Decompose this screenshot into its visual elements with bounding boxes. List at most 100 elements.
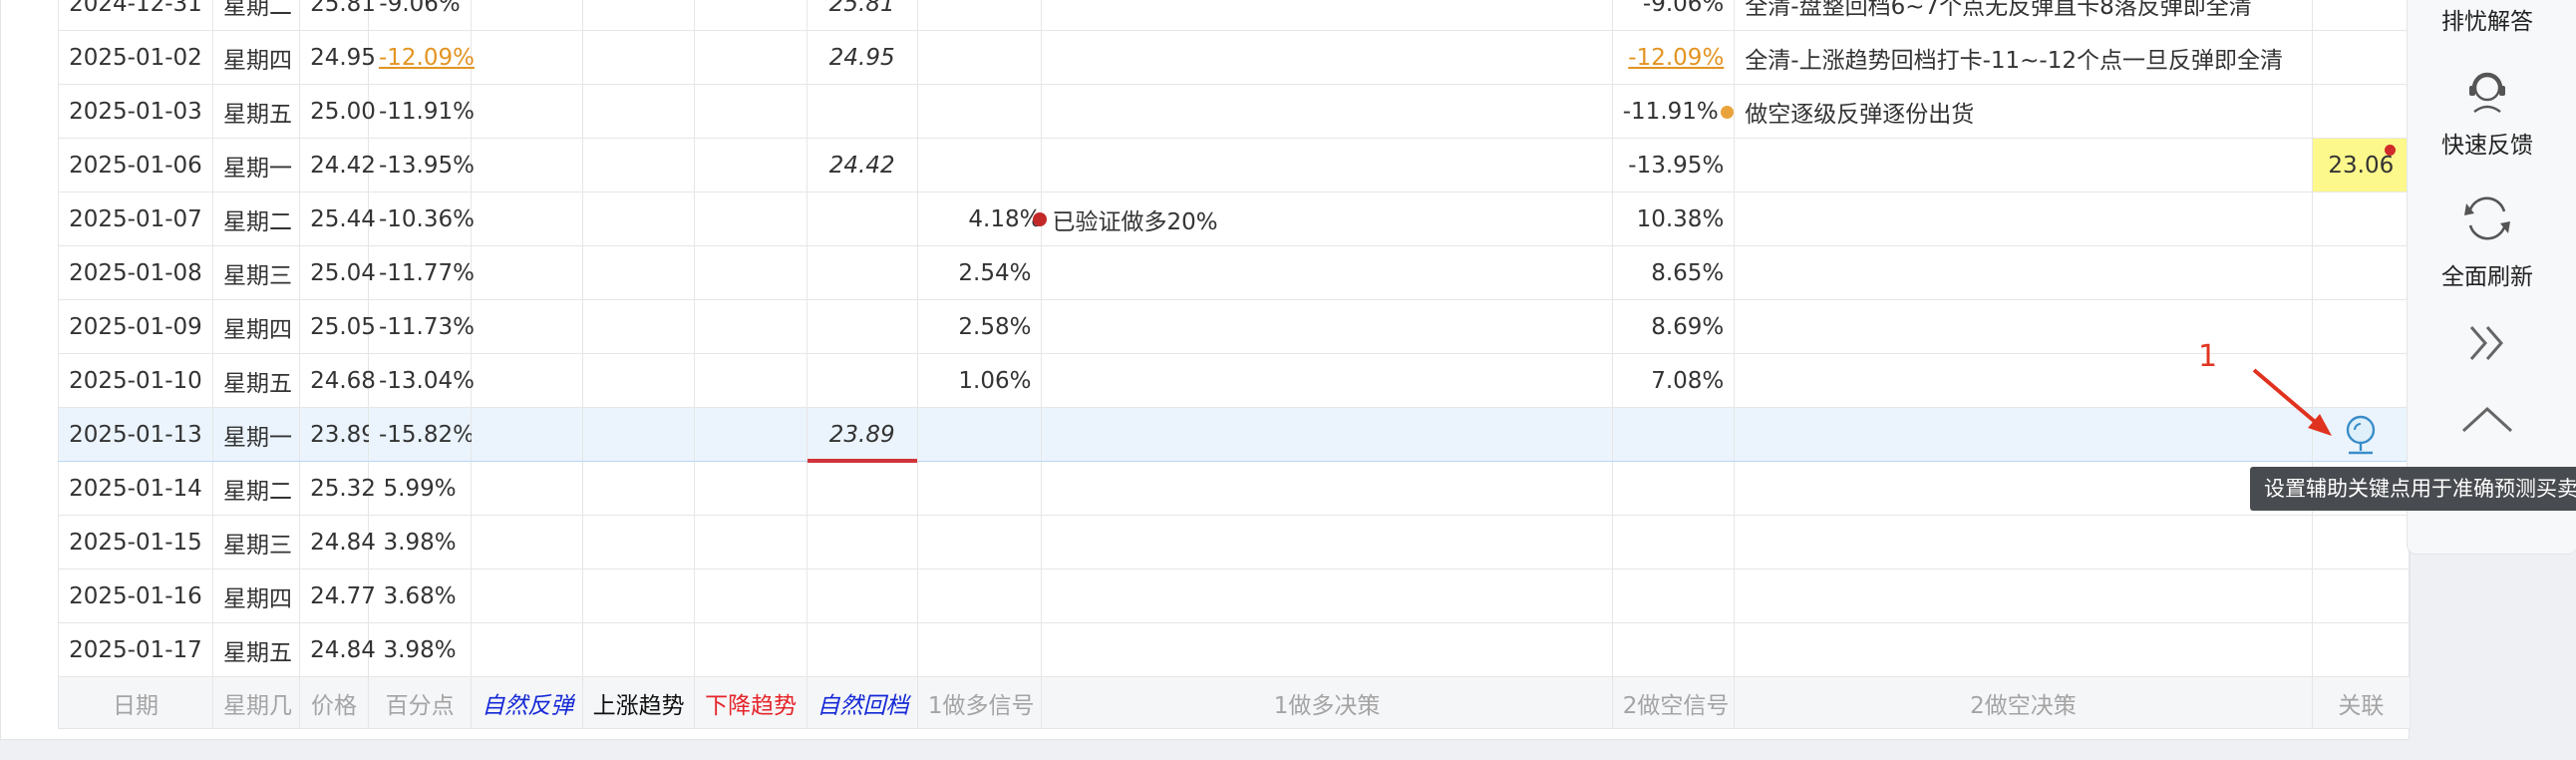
cell-long-signal: [916, 515, 1043, 570]
cell-long-decision: [1041, 569, 1613, 623]
table-row[interactable]: 2025-01-15 星期三 24.84 3.98%: [58, 515, 2412, 570]
header-long-decision[interactable]: 1做多决策: [1041, 676, 1613, 729]
cell-long-decision: [1041, 138, 1613, 192]
cell-short-decision: [1734, 299, 2313, 354]
cell-natural-pullback: [805, 515, 918, 570]
cell-weekday: 星期二: [211, 461, 301, 516]
feedback-button[interactable]: 快速反馈: [2408, 60, 2567, 170]
cell-up-trend: [581, 569, 696, 623]
cell-up-trend: [581, 84, 696, 139]
cell-long-decision: [1041, 245, 1613, 300]
refresh-button[interactable]: 全面刷新: [2408, 188, 2567, 297]
red-dot-icon: [2385, 145, 2396, 156]
cell-natural-pullback: [805, 245, 918, 300]
header-related[interactable]: 关联: [2311, 676, 2412, 729]
table-row[interactable]: 2025-01-08 星期三 25.04 -11.77% 2.54% 8.65%: [58, 245, 2412, 300]
pullback-value: 23.89: [828, 421, 895, 448]
double-chevron-right-icon[interactable]: [2461, 319, 2513, 367]
cell-price: 25.81: [299, 0, 376, 31]
cell-date: 2025-01-16: [58, 569, 213, 623]
header-price[interactable]: 价格: [299, 676, 369, 729]
table-row[interactable]: 2025-01-17 星期五 24.84 3.98%: [58, 622, 2412, 677]
cell-natural-pullback: 23.89: [805, 407, 918, 463]
cell-long-signal: [916, 0, 1043, 31]
cell-long-signal: [916, 407, 1043, 462]
cell-long-signal: [916, 622, 1043, 677]
cell-percent: -11.73%: [367, 299, 475, 354]
table-row[interactable]: 2025-01-16 星期四 24.77 3.68%: [58, 569, 2412, 623]
lightbulb-pin-icon[interactable]: [2341, 413, 2381, 457]
cell-short-decision: [1734, 191, 2313, 246]
cell-date: 2025-01-08: [58, 245, 213, 300]
cell-down-trend: [694, 407, 807, 462]
cell-date: 2025-01-17: [58, 622, 213, 677]
cell-date: 2025-01-15: [58, 515, 213, 570]
cell-down-trend: [694, 84, 807, 139]
cell-down-trend: [694, 299, 807, 354]
cell-natural-pullback: [805, 461, 918, 516]
header-date[interactable]: 日期: [58, 676, 213, 729]
chevron-up-icon[interactable]: [2457, 399, 2517, 439]
cell-natural-pullback: 25.81: [805, 0, 918, 31]
worry-free-label: 排忧解答: [2441, 9, 2533, 35]
cell-down-trend: [694, 245, 807, 300]
header-long-signal[interactable]: 1做多信号: [916, 676, 1043, 729]
cell-long-decision: [1041, 84, 1613, 139]
cell-price: 23.89: [299, 407, 376, 462]
cell-percent: -10.36%: [367, 191, 475, 246]
table-row[interactable]: 2025-01-09 星期四 25.05 -11.73% 2.58% 8.69%: [58, 299, 2412, 354]
cell-natural-rebound: [471, 515, 583, 570]
percent-link[interactable]: -12.09%: [379, 45, 475, 71]
short-signal-link[interactable]: -12.09%: [1628, 45, 1724, 71]
header-short-decision[interactable]: 2做空决策: [1734, 676, 2313, 729]
cell-weekday: 星期五: [211, 84, 301, 139]
cell-up-trend: [581, 622, 696, 677]
cell-date: 2025-01-03: [58, 84, 213, 139]
cell-related: [2311, 84, 2412, 139]
cell-weekday: 星期四: [211, 30, 301, 85]
table-row[interactable]: 2025-01-14 星期二 25.32 5.99%: [58, 461, 2412, 516]
table-row[interactable]: 2024-12-31 星期二 25.81 -9.06% 25.81 -9.06%…: [58, 0, 2412, 31]
worry-free-button[interactable]: 排忧解答: [2408, 2, 2567, 36]
cell-long-signal: [916, 569, 1043, 623]
table-row[interactable]: 2025-01-03 星期五 25.00 -11.91% -11.91% 做空逐…: [58, 84, 2412, 139]
cell-long-signal: [916, 84, 1043, 139]
cell-natural-pullback: [805, 622, 918, 677]
cell-long-decision: [1041, 407, 1613, 462]
table-row[interactable]: 2025-01-07 星期二 25.44 -10.36% 4.18% 已验证做多…: [58, 191, 2412, 246]
refresh-icon: [2464, 196, 2510, 240]
cell-price: 25.44: [299, 191, 376, 246]
cell-up-trend: [581, 407, 696, 462]
table-row[interactable]: 2025-01-02 星期四 24.95 -12.09% 24.95 -12.0…: [58, 30, 2412, 85]
cell-weekday: 星期一: [211, 407, 301, 462]
table-row[interactable]: 2025-01-06 星期一 24.42 -13.95% 24.42 -13.9…: [58, 138, 2412, 192]
cell-weekday: 星期五: [211, 353, 301, 408]
cell-up-trend: [581, 515, 696, 570]
cell-up-trend: [581, 138, 696, 192]
related-key-point[interactable]: 23.06: [2311, 138, 2412, 192]
table-row-selected[interactable]: 2025-01-13 星期一 23.89 -15.82% 23.89: [58, 407, 2412, 463]
header-weekday[interactable]: 星期几: [211, 676, 301, 729]
cell-price: 25.04: [299, 245, 376, 300]
cell-natural-pullback: 24.95: [805, 30, 918, 85]
cell-weekday: 星期二: [211, 0, 301, 31]
header-natural-rebound[interactable]: 自然反弹: [471, 676, 583, 729]
header-short-signal[interactable]: 2做空信号: [1611, 676, 1736, 729]
cell-up-trend: [581, 191, 696, 246]
header-down-trend[interactable]: 下降趋势: [694, 676, 807, 729]
table-row[interactable]: 2025-01-10 星期五 24.68 -13.04% 1.06% 7.08%: [58, 353, 2412, 408]
cell-natural-rebound: [471, 299, 583, 354]
cell-long-decision: [1041, 622, 1613, 677]
cell-short-decision: [1734, 138, 2313, 192]
cell-date: 2025-01-06: [58, 138, 213, 192]
header-percent[interactable]: 百分点: [367, 676, 473, 729]
header-natural-pullback[interactable]: 自然回档: [805, 676, 918, 729]
cell-up-trend: [581, 353, 696, 408]
cell-natural-rebound: [471, 138, 583, 192]
cell-long-signal: [916, 461, 1043, 516]
signal-marker-icon[interactable]: [1720, 105, 1734, 119]
cell-related: [2311, 515, 2412, 570]
header-up-trend[interactable]: 上涨趋势: [581, 676, 696, 729]
cell-short-decision: 全清-盘整回档6~7个点无反弹直卡8落反弹即全清: [1734, 0, 2313, 31]
cell-weekday: 星期四: [211, 569, 301, 623]
